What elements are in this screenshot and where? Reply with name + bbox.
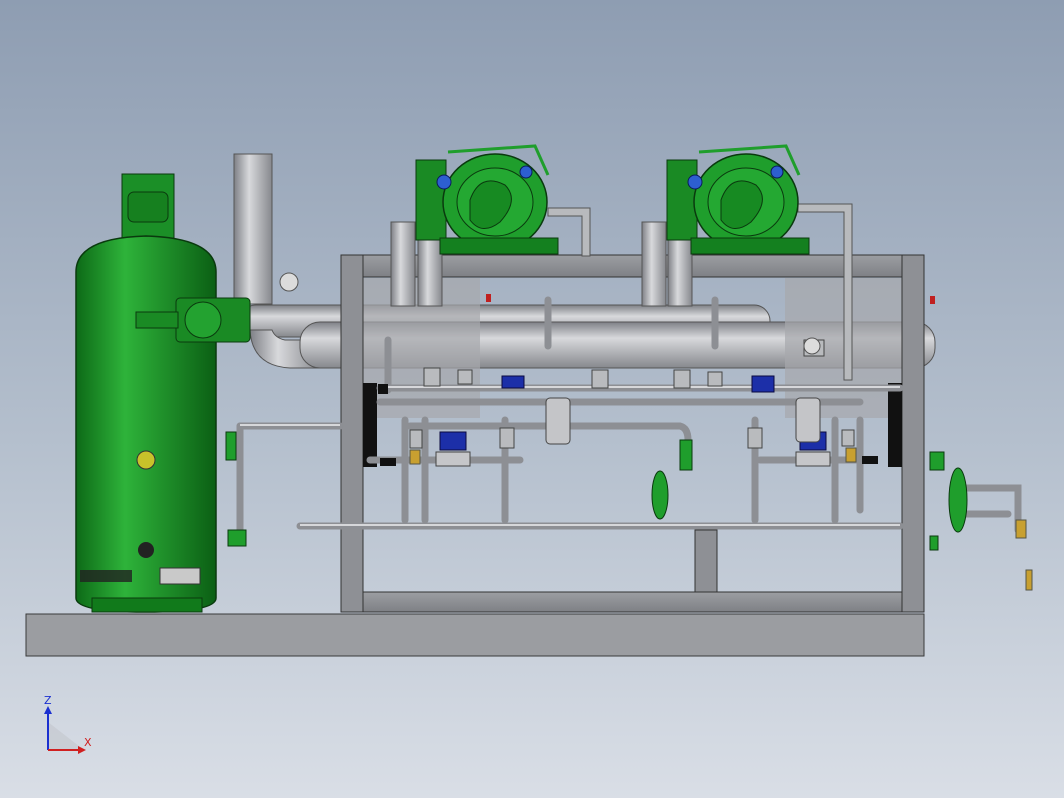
riser-b1[interactable] [641, 221, 667, 307]
compressor-b[interactable] [666, 144, 810, 255]
filter-drier-1[interactable] [545, 397, 571, 445]
z-axis-label: Z [44, 694, 52, 707]
frame-bottom-rail[interactable] [340, 591, 925, 613]
solenoid-valve-1[interactable] [435, 431, 471, 467]
vent-stack[interactable] [233, 153, 273, 305]
axis-triad: Z X [44, 694, 92, 754]
filter-drier-2[interactable] [795, 397, 821, 443]
riser-b2[interactable] [667, 239, 693, 307]
base-skid[interactable] [25, 613, 925, 657]
cad-viewport[interactable]: Z X [0, 0, 1064, 798]
side-plate-left [363, 383, 377, 467]
z-axis-arrow [44, 706, 52, 714]
refrigeration-unit-model[interactable]: Z X [0, 0, 1064, 798]
solenoid-valve-3[interactable] [751, 375, 775, 393]
frame-center-post[interactable] [694, 529, 718, 593]
liquid-receiver[interactable] [75, 173, 217, 613]
riser-a2[interactable] [417, 239, 443, 307]
solenoid-valve-4[interactable] [501, 375, 525, 389]
frame-right-post[interactable] [901, 254, 925, 613]
x-axis-label: X [84, 736, 92, 749]
compressor-a[interactable] [415, 144, 559, 255]
frame-left-post[interactable] [340, 254, 364, 613]
side-plate-right [888, 383, 902, 467]
riser-a1[interactable] [390, 221, 416, 307]
